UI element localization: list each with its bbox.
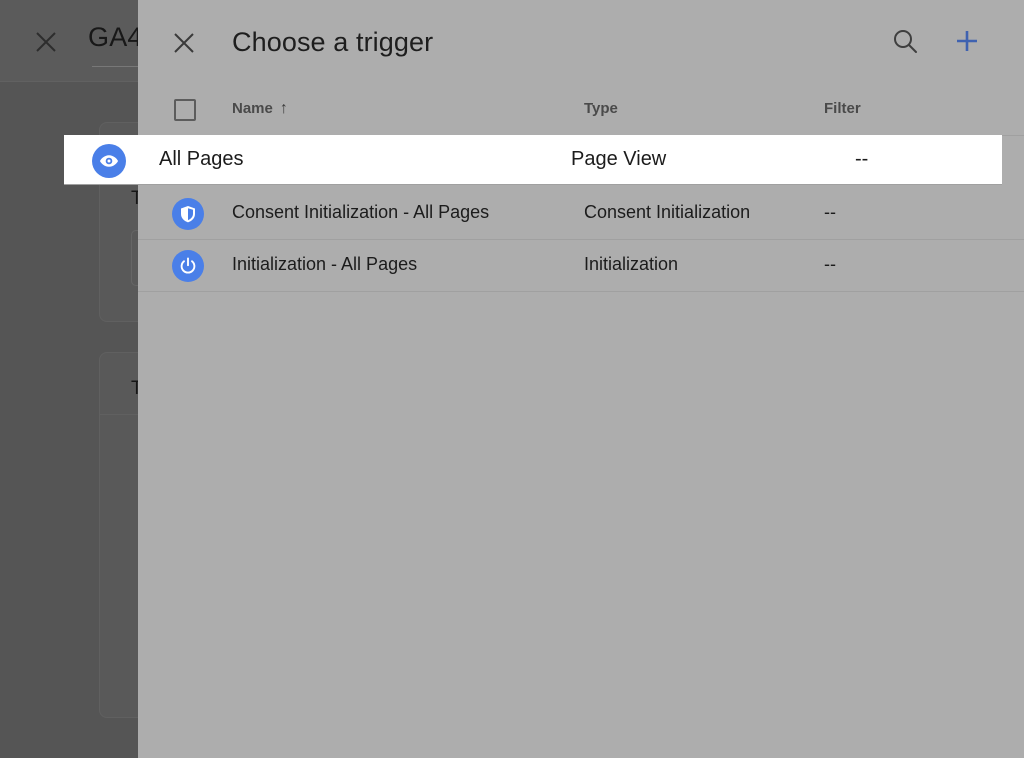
trigger-name: Consent Initialization - All Pages [232, 202, 489, 223]
screen: GA4 T T Choose a trigger [0, 0, 1024, 758]
trigger-name: All Pages [159, 148, 244, 171]
trigger-type: Consent Initialization [584, 202, 750, 223]
dialog-title: Choose a trigger [232, 27, 433, 58]
table-row[interactable]: Consent Initialization - All Pages Conse… [138, 188, 1024, 240]
column-header-name[interactable]: Name ↑ [232, 100, 288, 118]
column-header-type[interactable]: Type [584, 100, 618, 117]
column-header-name-label: Name [232, 100, 273, 117]
trigger-filter: -- [855, 148, 868, 171]
select-all-checkbox[interactable] [174, 99, 196, 121]
trigger-type: Page View [571, 148, 666, 171]
table-row[interactable]: Initialization - All Pages Initializatio… [138, 240, 1024, 292]
trigger-filter: -- [824, 202, 836, 223]
eye-icon [92, 144, 126, 178]
background-close-icon[interactable] [33, 29, 59, 55]
sort-ascending-icon: ↑ [280, 100, 288, 118]
background-tag-title: GA4 [88, 22, 143, 53]
trigger-type: Initialization [584, 254, 678, 275]
search-icon[interactable] [890, 26, 920, 56]
table-header: Name ↑ Type Filter [138, 88, 1024, 136]
shield-icon [172, 198, 204, 230]
trigger-filter: -- [824, 254, 836, 275]
close-icon[interactable] [170, 29, 198, 57]
power-icon [172, 250, 204, 282]
choose-trigger-dialog: Choose a trigger Name ↑ Type [138, 0, 1024, 758]
column-header-filter-label: Filter [824, 100, 861, 117]
trigger-name: Initialization - All Pages [232, 254, 417, 275]
table-row-highlighted[interactable]: All Pages Page View -- [64, 135, 1002, 185]
plus-icon[interactable] [952, 26, 982, 56]
column-header-type-label: Type [584, 100, 618, 117]
column-header-filter[interactable]: Filter [824, 100, 861, 117]
dialog-header: Choose a trigger [138, 0, 1024, 88]
